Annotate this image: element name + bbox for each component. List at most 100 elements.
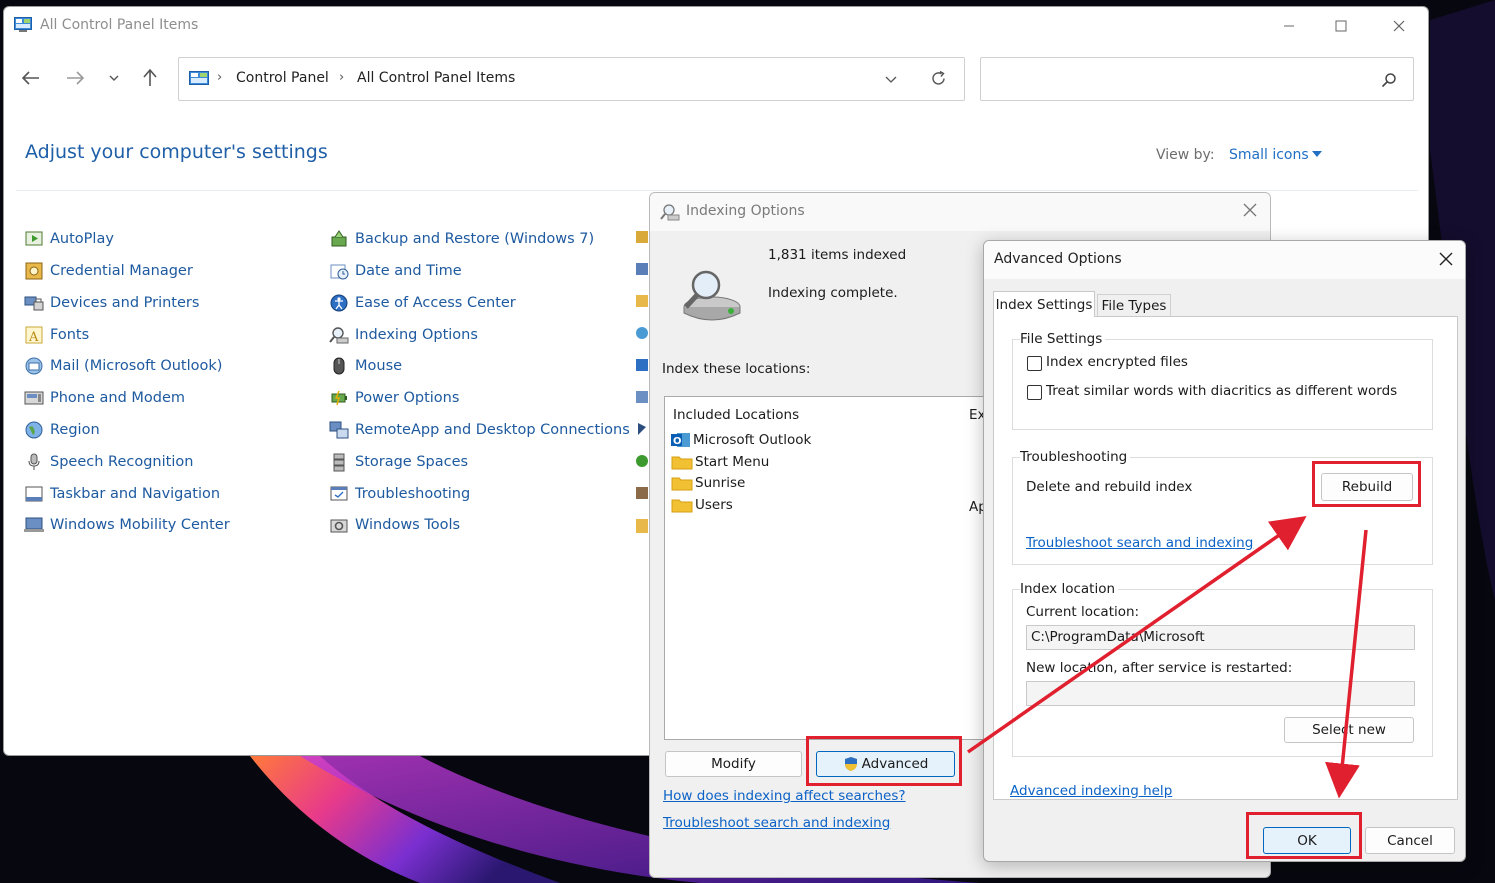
recent-locations-button[interactable] bbox=[103, 67, 125, 89]
devices-printers-icon bbox=[24, 296, 44, 311]
back-button[interactable] bbox=[20, 67, 42, 89]
up-button[interactable] bbox=[139, 67, 161, 89]
modify-button[interactable]: Modify bbox=[665, 751, 802, 777]
mail-icon bbox=[25, 357, 43, 375]
location-row-outlook[interactable]: O Microsoft Outlook bbox=[671, 430, 811, 450]
search-input[interactable] bbox=[980, 57, 1414, 101]
diacritics-label: Treat similar words with diacritics as d… bbox=[1046, 383, 1398, 399]
tab-file-types[interactable]: File Types bbox=[1097, 294, 1171, 317]
cancel-button[interactable]: Cancel bbox=[1365, 827, 1455, 854]
advanced-dialog-title: Advanced Options bbox=[994, 251, 1122, 267]
file-settings-title: File Settings bbox=[1020, 331, 1106, 347]
cp-item-speech-recognition[interactable]: Speech Recognition bbox=[24, 450, 193, 474]
cp-item-mail[interactable]: Mail (Microsoft Outlook) bbox=[24, 354, 222, 378]
breadcrumb-all-items[interactable]: All Control Panel Items bbox=[357, 70, 515, 86]
close-icon[interactable] bbox=[1242, 202, 1258, 218]
troubleshoot-search-link[interactable]: Troubleshoot search and indexing bbox=[1026, 535, 1253, 551]
cp-item-storage-spaces[interactable]: Storage Spaces bbox=[329, 450, 468, 474]
cp-item-ease-of-access[interactable]: Ease of Access Center bbox=[329, 291, 516, 315]
cp-item-devices-and-printers[interactable]: Devices and Printers bbox=[24, 291, 199, 315]
window-title: All Control Panel Items bbox=[40, 17, 199, 33]
breadcrumb-separator: › bbox=[217, 70, 223, 85]
location-row-start-menu[interactable]: Start Menu bbox=[671, 452, 769, 472]
forward-button[interactable] bbox=[64, 67, 86, 89]
remoteapp-icon bbox=[329, 421, 349, 439]
title-bar[interactable]: All Control Panel Items bbox=[4, 7, 1428, 45]
advanced-indexing-help-link[interactable]: Advanced indexing help bbox=[1010, 783, 1172, 799]
included-locations-list[interactable]: Included Locations O Microsoft Outlook S… bbox=[664, 396, 1004, 740]
location-row-sunrise[interactable]: Sunrise bbox=[671, 473, 745, 493]
breadcrumb-control-panel[interactable]: Control Panel bbox=[236, 70, 329, 86]
close-icon bbox=[1393, 20, 1405, 32]
troubleshoot-indexing-link[interactable]: Troubleshoot search and indexing bbox=[663, 815, 890, 831]
cp-item-troubleshooting[interactable]: Troubleshooting bbox=[329, 482, 470, 506]
folder-icon bbox=[671, 456, 693, 470]
advanced-dialog-title-bar[interactable]: Advanced Options bbox=[984, 241, 1465, 279]
phone-modem-icon bbox=[24, 391, 44, 405]
indexing-options-icon bbox=[660, 204, 680, 221]
view-by-label: View by: bbox=[1156, 147, 1215, 163]
page-title: Adjust your computer's settings bbox=[25, 141, 328, 163]
microphone-icon bbox=[28, 453, 40, 470]
cp-item-phone-and-modem[interactable]: Phone and Modem bbox=[24, 386, 185, 410]
mouse-icon bbox=[333, 357, 345, 375]
power-options-icon bbox=[331, 390, 347, 406]
refresh-icon bbox=[932, 70, 945, 85]
index-locations-label: Index these locations: bbox=[662, 361, 811, 377]
storage-spaces-icon bbox=[333, 453, 345, 472]
cp-item-remoteapp[interactable]: RemoteApp and Desktop Connections bbox=[329, 418, 630, 442]
svg-text:O: O bbox=[673, 436, 682, 447]
tab-index-settings[interactable]: Index Settings bbox=[993, 291, 1095, 317]
autoplay-icon bbox=[25, 231, 43, 246]
cp-item-credential-manager[interactable]: Credential Manager bbox=[24, 259, 193, 283]
close-icon[interactable] bbox=[1438, 251, 1454, 267]
mobility-center-icon bbox=[24, 517, 44, 532]
indexing-status: Indexing complete. bbox=[768, 285, 898, 301]
maximize-button[interactable] bbox=[1318, 13, 1364, 39]
index-encrypted-checkbox[interactable] bbox=[1027, 356, 1042, 371]
how-indexing-affects-link[interactable]: How does indexing affect searches? bbox=[663, 788, 906, 804]
cp-item-power-options[interactable]: Power Options bbox=[329, 386, 459, 410]
cp-item-windows-tools[interactable]: Windows Tools bbox=[329, 513, 460, 537]
indexing-magnifier-icon bbox=[683, 270, 741, 321]
address-bar[interactable]: › Control Panel › All Control Panel Item… bbox=[178, 57, 965, 101]
caret-down-icon[interactable] bbox=[1312, 150, 1322, 158]
minimize-icon bbox=[1284, 25, 1294, 27]
cp-item-date-and-time[interactable]: Date and Time bbox=[329, 259, 462, 283]
new-location-label: New location, after service is restarted… bbox=[1026, 660, 1293, 676]
location-row-users[interactable]: Users bbox=[671, 495, 733, 515]
cp-item-windows-mobility-center[interactable]: Windows Mobility Center bbox=[24, 513, 230, 537]
highlight-rebuild-button bbox=[1312, 461, 1421, 507]
view-by-dropdown[interactable]: Small icons bbox=[1229, 147, 1309, 163]
cp-item-taskbar-and-navigation[interactable]: Taskbar and Navigation bbox=[24, 482, 220, 506]
windows-tools-icon bbox=[330, 519, 348, 533]
rebuild-description: Delete and rebuild index bbox=[1026, 479, 1193, 495]
cp-item-indexing-options[interactable]: Indexing Options bbox=[329, 323, 478, 347]
region-icon bbox=[25, 421, 43, 439]
breadcrumb-separator: › bbox=[339, 70, 345, 85]
cp-item-fonts[interactable]: A Fonts bbox=[24, 323, 89, 347]
ease-of-access-icon bbox=[330, 294, 348, 312]
control-panel-icon bbox=[189, 71, 209, 85]
select-new-button[interactable]: Select new bbox=[1284, 717, 1414, 743]
diacritics-checkbox[interactable] bbox=[1027, 385, 1042, 400]
arrow-left-icon bbox=[22, 71, 39, 85]
troubleshooting-title: Troubleshooting bbox=[1020, 449, 1131, 465]
refresh-button[interactable] bbox=[930, 70, 947, 91]
indexing-dialog-title-bar[interactable]: Indexing Options bbox=[650, 193, 1270, 231]
indexing-options-icon bbox=[329, 327, 349, 344]
maximize-icon bbox=[1335, 20, 1347, 32]
chevron-down-icon bbox=[885, 76, 897, 83]
cp-item-autoplay[interactable]: AutoPlay bbox=[24, 227, 114, 251]
address-dropdown-button[interactable] bbox=[885, 72, 897, 88]
cp-item-mouse[interactable]: Mouse bbox=[329, 354, 402, 378]
indexing-dialog-title: Indexing Options bbox=[686, 203, 805, 219]
advanced-options-dialog: Advanced Options Index Settings File Typ… bbox=[983, 240, 1466, 862]
close-button[interactable] bbox=[1376, 13, 1422, 39]
minimize-button[interactable] bbox=[1266, 13, 1312, 39]
cp-item-region[interactable]: Region bbox=[24, 418, 100, 442]
cp-item-backup-and-restore[interactable]: Backup and Restore (Windows 7) bbox=[329, 227, 594, 251]
folder-icon bbox=[671, 499, 693, 513]
search-icon bbox=[1381, 73, 1396, 88]
current-location-label: Current location: bbox=[1026, 604, 1140, 620]
